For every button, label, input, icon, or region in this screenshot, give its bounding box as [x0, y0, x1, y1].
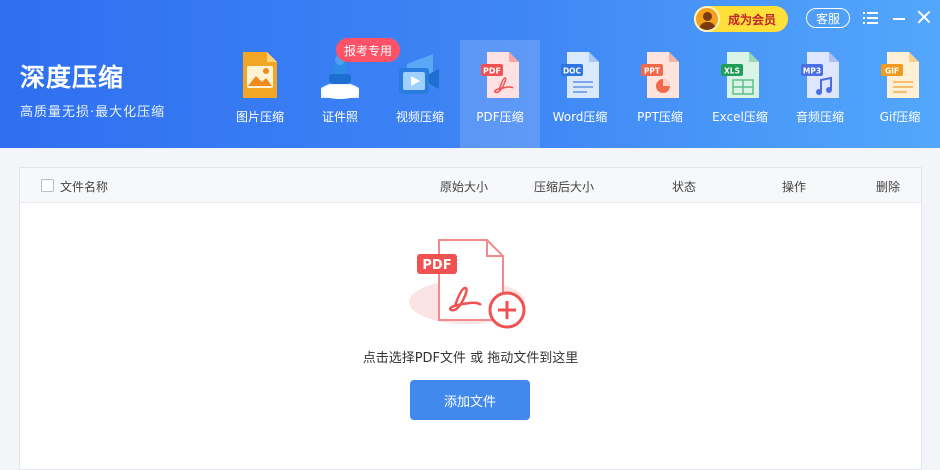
app-subtitle: 高质量无损·最大化压缩: [20, 105, 166, 120]
column-action: 操作: [782, 180, 807, 194]
tab-label: Gif压缩: [879, 110, 921, 124]
tab-label: 视频压缩: [395, 110, 444, 124]
column-compressed-size: 压缩后大小: [534, 180, 595, 194]
gif-file-icon: GIF: [881, 52, 919, 98]
ppt-icon-text: PPT: [644, 67, 661, 76]
tab-label: PDF压缩: [476, 110, 524, 124]
tab-label: PPT压缩: [637, 110, 683, 124]
pdf-illus-text: PDF: [422, 258, 451, 273]
image-file-icon: [243, 52, 277, 98]
app-header: 深度压缩 高质量无损·最大化压缩 成为会员 客服 报考专用 图片压缩 证件照 视…: [0, 0, 940, 148]
column-original-size: 原始大小: [440, 180, 489, 194]
excel-file-icon: XLS: [721, 52, 759, 98]
pdf-file-icon: PDF: [481, 52, 519, 98]
drop-hint-text: 点击选择PDF文件 或 拖动文件到这里: [362, 351, 579, 366]
mp3-icon-text: MP3: [803, 67, 821, 76]
vip-label: 成为会员: [728, 12, 777, 27]
table-header: 文件名称 原始大小 压缩后大小 状态 操作 删除: [20, 168, 921, 203]
id-photo-badge: 报考专用: [336, 38, 400, 62]
customer-service-button[interactable]: 客服: [806, 8, 850, 28]
menu-icon[interactable]: [862, 8, 880, 26]
pdf-icon-text: PDF: [483, 67, 501, 76]
tab-label: 音频压缩: [795, 110, 844, 124]
tab-label: 证件照: [321, 110, 358, 124]
tab-label: Word压缩: [552, 110, 608, 124]
mp3-file-icon: MP3: [801, 52, 839, 98]
file-list-panel: 文件名称 原始大小 压缩后大小 状态 操作 删除 PDF 点击选择PDF文件 或…: [19, 167, 922, 470]
tab-image-compress[interactable]: 图片压缩: [220, 40, 300, 148]
add-file-button[interactable]: 添加文件: [410, 380, 530, 420]
column-file-name: 文件名称: [60, 180, 109, 194]
tab-label: Excel压缩: [712, 110, 768, 124]
tab-excel-compress[interactable]: XLS Excel压缩: [700, 40, 780, 148]
xls-icon-text: XLS: [724, 67, 740, 76]
tab-word-compress[interactable]: DOC Word压缩: [540, 40, 620, 148]
tab-label: 图片压缩: [235, 110, 284, 124]
brand: 深度压缩 高质量无损·最大化压缩: [20, 62, 165, 120]
app-title: 深度压缩: [20, 63, 125, 92]
minimize-icon[interactable]: [890, 8, 908, 26]
doc-icon-text: DOC: [563, 67, 582, 76]
word-file-icon: DOC: [561, 52, 599, 98]
select-all-checkbox[interactable]: [41, 179, 54, 192]
avatar-icon: [694, 6, 720, 32]
tab-audio-compress[interactable]: MP3 音频压缩: [780, 40, 860, 148]
tab-ppt-compress[interactable]: PPT PPT压缩: [620, 40, 700, 148]
close-icon[interactable]: [915, 8, 933, 26]
ppt-file-icon: PPT: [641, 52, 679, 98]
tab-pdf-compress[interactable]: PDF PDF压缩: [460, 40, 540, 148]
video-file-icon: [399, 54, 439, 94]
vip-button[interactable]: 成为会员: [694, 6, 788, 32]
gif-icon-text: GIF: [885, 67, 899, 76]
column-status: 状态: [672, 180, 697, 194]
pdf-upload-illustration[interactable]: PDF: [409, 236, 533, 332]
column-delete: 删除: [876, 180, 901, 194]
tab-gif-compress[interactable]: GIF Gif压缩: [860, 40, 940, 148]
